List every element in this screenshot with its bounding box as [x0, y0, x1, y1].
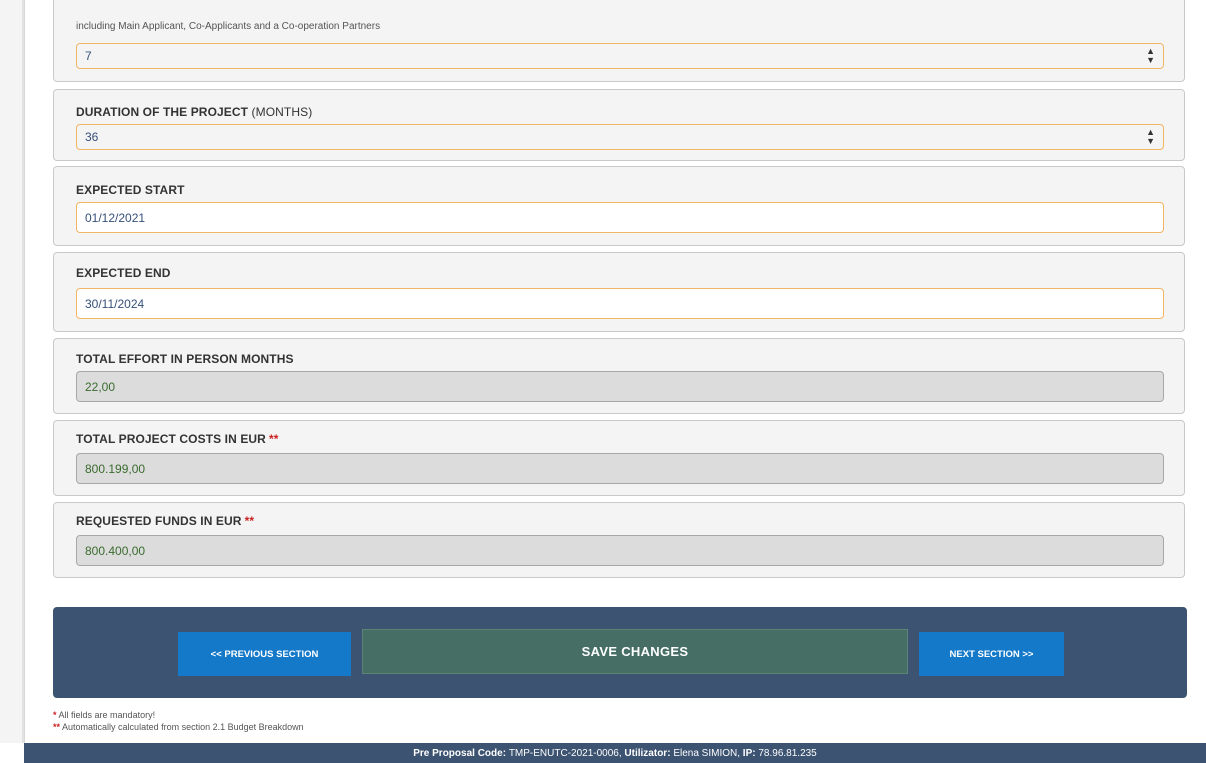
total-costs-value: 800.199,00 — [85, 461, 146, 476]
requested-funds-field: 800.400,00 — [76, 535, 1164, 566]
total-effort-value: 22,00 — [85, 379, 116, 394]
partners-subtext: including Main Applicant, Co-Applicants … — [76, 21, 381, 32]
total-effort-label: TOTAL EFFORT IN PERSON MONTHS — [76, 352, 294, 366]
partners-panel: including Main Applicant, Co-Applicants … — [53, 0, 1185, 82]
total-costs-field: 800.199,00 — [76, 453, 1164, 484]
duration-select[interactable]: 36 ▲ ▼ — [76, 124, 1164, 150]
duration-label-text: DURATION OF THE PROJECT — [76, 105, 249, 119]
requested-funds-panel: REQUESTED FUNDS IN EUR ** 800.400,00 — [53, 502, 1185, 578]
total-costs-label-text: TOTAL PROJECT COSTS IN EUR — [76, 432, 266, 446]
select-arrows-icon: ▲ ▼ — [1146, 46, 1155, 65]
total-costs-panel: TOTAL PROJECT COSTS IN EUR ** 800.199,00 — [53, 420, 1185, 496]
footer-code-label: Pre Proposal Code: — [413, 747, 507, 759]
duration-label: DURATION OF THE PROJECT (MONTHS) — [76, 105, 312, 119]
auto-calc-marker: ** — [268, 432, 279, 446]
mandatory-note-text: All fields are mandatory! — [58, 710, 156, 720]
requested-funds-label: REQUESTED FUNDS IN EUR ** — [76, 514, 254, 528]
expected-end-panel: EXPECTED END 30/11/2024 — [53, 252, 1185, 332]
expected-start-value: 01/12/2021 — [85, 210, 146, 225]
total-costs-label: TOTAL PROJECT COSTS IN EUR ** — [76, 432, 279, 446]
partners-count-select[interactable]: 7 ▲ ▼ — [76, 43, 1164, 69]
mandatory-marker: * — [53, 710, 57, 720]
save-changes-button[interactable]: SAVE CHANGES — [362, 629, 908, 674]
duration-label-unit: (MONTHS) — [251, 105, 313, 119]
auto-calc-note-marker: ** — [53, 722, 61, 732]
duration-value: 36 — [85, 130, 99, 144]
expected-start-input[interactable]: 01/12/2021 — [76, 202, 1164, 233]
expected-end-label: EXPECTED END — [76, 266, 171, 280]
auto-calc-marker: ** — [244, 514, 255, 528]
footer-bar: Pre Proposal Code: TMP-ENUTC-2021-0006, … — [24, 743, 1206, 763]
duration-panel: DURATION OF THE PROJECT (MONTHS) 36 ▲ ▼ — [53, 89, 1185, 161]
requested-funds-label-text: REQUESTED FUNDS IN EUR — [76, 514, 242, 528]
next-section-button[interactable]: NEXT SECTION >> — [919, 632, 1064, 676]
action-bar: << PREVIOUS SECTION SAVE CHANGES NEXT SE… — [53, 607, 1187, 698]
partners-count-value: 7 — [85, 49, 92, 63]
total-effort-field: 22,00 — [76, 371, 1164, 402]
auto-calc-note: ** Automatically calculated from section… — [53, 722, 304, 732]
previous-section-button[interactable]: << PREVIOUS SECTION — [178, 632, 351, 676]
footer-ip-value: 78.96.81.235 — [758, 747, 817, 759]
left-rail-edge — [22, 0, 24, 743]
expected-end-input[interactable]: 30/11/2024 — [76, 288, 1164, 319]
requested-funds-value: 800.400,00 — [85, 543, 146, 558]
select-arrows-icon: ▲ ▼ — [1146, 127, 1155, 146]
footer-code-value: TMP-ENUTC-2021-0006, — [508, 747, 622, 759]
mandatory-note: * All fields are mandatory! — [53, 710, 155, 720]
expected-start-label: EXPECTED START — [76, 183, 185, 197]
auto-calc-note-text: Automatically calculated from section 2.… — [62, 722, 304, 732]
expected-end-value: 30/11/2024 — [85, 296, 145, 311]
footer-user-value: Elena SIMION, — [673, 747, 741, 759]
footer-ip-label: IP: — [742, 747, 756, 759]
expected-start-panel: EXPECTED START 01/12/2021 — [53, 166, 1185, 246]
footer-user-label: Utilizator: — [624, 747, 671, 759]
total-effort-panel: TOTAL EFFORT IN PERSON MONTHS 22,00 — [53, 338, 1185, 414]
